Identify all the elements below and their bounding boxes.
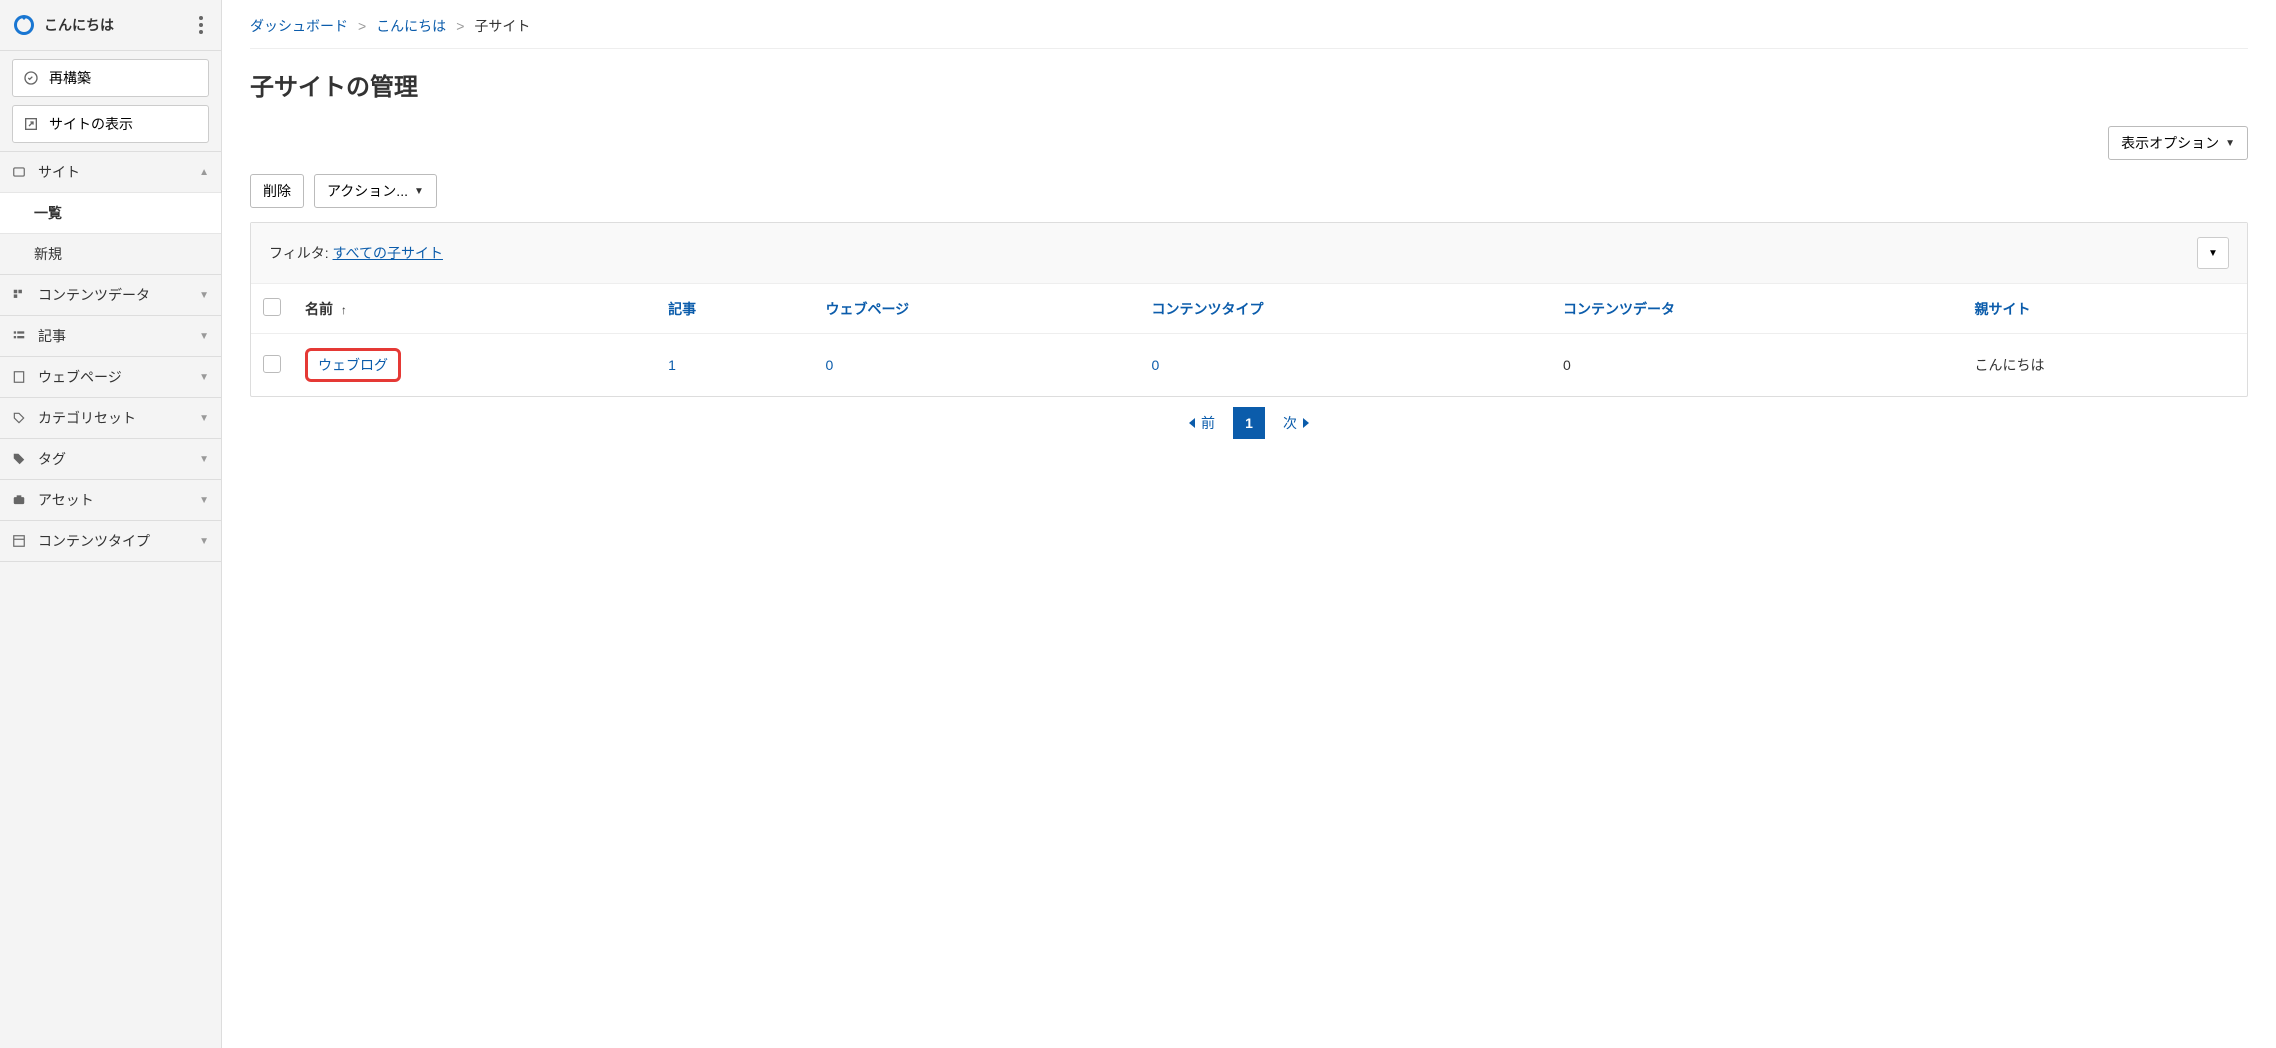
nav-item-assets[interactable]: アセット ▼ (0, 480, 221, 520)
nav-content-data-label: コンテンツデータ (38, 285, 150, 305)
highlighted-annotation: ウェブログ (305, 348, 401, 382)
breadcrumb-sep: > (456, 18, 464, 34)
view-site-label: サイトの表示 (49, 114, 133, 134)
nav-item-pages[interactable]: ウェブページ ▼ (0, 357, 221, 397)
content-types-icon (12, 534, 28, 548)
table-row: ウェブログ 1 0 0 0 こんにちは (251, 334, 2247, 397)
nav-item-site-list[interactable]: 一覧 (0, 192, 221, 233)
breadcrumb-sep: > (358, 18, 366, 34)
rebuild-label: 再構築 (49, 68, 91, 88)
nav-item-entries[interactable]: 記事 ▼ (0, 316, 221, 356)
content-data-count: 0 (1551, 334, 1963, 397)
breadcrumb-dashboard[interactable]: ダッシュボード (250, 16, 348, 36)
pagination-prev[interactable]: 前 (1189, 413, 1215, 433)
nav-item-site-new[interactable]: 新規 (0, 233, 221, 274)
delete-button[interactable]: 削除 (250, 174, 304, 208)
column-header-name[interactable]: 名前 ↑ (293, 284, 656, 334)
sidebar-header: こんにちは (0, 0, 221, 51)
filter-bar: フィルタ: すべての子サイト ▼ (251, 223, 2247, 284)
pagination-next[interactable]: 次 (1283, 413, 1309, 433)
nav-group-site: サイト ▲ 一覧 新規 (0, 152, 221, 275)
nav-item-site[interactable]: サイト ▲ (0, 152, 221, 192)
column-header-parent[interactable]: 親サイト (1963, 284, 2247, 334)
nav-category-sets-label: カテゴリセット (38, 408, 136, 428)
pages-icon (12, 370, 28, 384)
delete-label: 削除 (263, 181, 291, 201)
nav-item-category-sets[interactable]: カテゴリセット ▼ (0, 398, 221, 438)
breadcrumb-current: 子サイト (474, 16, 530, 36)
chevron-down-icon: ▼ (199, 372, 209, 383)
pages-count-link[interactable]: 0 (825, 357, 833, 373)
chevron-down-icon: ▼ (2225, 138, 2235, 149)
column-header-content-types[interactable]: コンテンツタイプ (1139, 284, 1551, 334)
pagination-prev-label: 前 (1201, 413, 1215, 433)
external-link-icon (23, 116, 39, 132)
column-header-content-data[interactable]: コンテンツデータ (1551, 284, 1963, 334)
display-options-label: 表示オプション (2121, 133, 2219, 153)
chevron-up-icon: ▲ (199, 167, 209, 178)
breadcrumb-site[interactable]: こんにちは (376, 16, 446, 36)
sidebar-actions: 再構築 サイトの表示 (0, 51, 221, 152)
chevron-down-icon: ▼ (414, 186, 424, 197)
actions-label: アクション... (327, 181, 408, 201)
filter-current[interactable]: すべての子サイト (333, 243, 443, 263)
column-header-entries[interactable]: 記事 (656, 284, 813, 334)
sort-ascending-icon: ↑ (341, 303, 347, 317)
row-checkbox[interactable] (263, 355, 281, 373)
display-options-button[interactable]: 表示オプション ▼ (2108, 126, 2248, 160)
chevron-down-icon: ▼ (2208, 248, 2218, 259)
tag-icon (12, 452, 28, 466)
parent-site-name: こんにちは (1963, 334, 2247, 397)
chevron-down-icon: ▼ (199, 536, 209, 547)
nav-assets-label: アセット (38, 490, 94, 510)
actions-dropdown[interactable]: アクション... ▼ (314, 174, 437, 208)
view-site-button[interactable]: サイトの表示 (12, 105, 209, 143)
filter-toggle-button[interactable]: ▼ (2197, 237, 2229, 269)
rebuild-icon (23, 70, 39, 86)
logo-icon (12, 13, 36, 37)
chevron-down-icon: ▼ (199, 495, 209, 506)
child-sites-table: 名前 ↑ 記事 ウェブページ コンテンツタイプ コンテンツデータ 親サイト (251, 284, 2247, 396)
site-icon (12, 165, 28, 179)
entries-icon (12, 329, 28, 343)
pagination-current-page[interactable]: 1 (1233, 407, 1265, 439)
chevron-down-icon: ▼ (199, 290, 209, 301)
nav-item-content-types[interactable]: コンテンツタイプ ▼ (0, 521, 221, 561)
rebuild-button[interactable]: 再構築 (12, 59, 209, 97)
content-data-icon (12, 288, 28, 302)
breadcrumb: ダッシュボード > こんにちは > 子サイト (250, 12, 2248, 49)
category-icon (12, 411, 28, 425)
nav-entries-label: 記事 (38, 326, 66, 346)
main-content: ダッシュボード > こんにちは > 子サイト 子サイトの管理 表示オプション ▼… (222, 0, 2276, 1048)
column-header-pages[interactable]: ウェブページ (813, 284, 1139, 334)
filter-label: フィルタ: (269, 243, 329, 263)
nav-content-types-label: コンテンツタイプ (38, 531, 150, 551)
sidebar-nav: サイト ▲ 一覧 新規 コンテンツデータ ▼ (0, 152, 221, 562)
site-name: こんにちは (44, 15, 114, 35)
chevron-down-icon: ▼ (199, 413, 209, 424)
entries-count-link[interactable]: 1 (668, 357, 676, 373)
chevron-down-icon: ▼ (199, 454, 209, 465)
page-title: 子サイトの管理 (250, 67, 2248, 102)
nav-item-content-data[interactable]: コンテンツデータ ▼ (0, 275, 221, 315)
nav-item-tags[interactable]: タグ ▼ (0, 439, 221, 479)
pagination: 前 1 次 (250, 407, 2248, 439)
chevron-down-icon: ▼ (199, 331, 209, 342)
nav-pages-label: ウェブページ (38, 367, 122, 387)
triangle-right-icon (1303, 418, 1309, 428)
select-all-checkbox[interactable] (263, 298, 281, 316)
column-name-label: 名前 (305, 301, 333, 317)
site-switcher[interactable]: こんにちは (12, 13, 114, 37)
content-types-count-link[interactable]: 0 (1151, 357, 1159, 373)
site-name-link[interactable]: ウェブログ (318, 357, 388, 373)
triangle-left-icon (1189, 418, 1195, 428)
nav-site-label: サイト (38, 162, 80, 182)
pagination-next-label: 次 (1283, 413, 1297, 433)
table-container: フィルタ: すべての子サイト ▼ 名前 ↑ (250, 222, 2248, 397)
nav-tags-label: タグ (38, 449, 66, 469)
sidebar: こんにちは 再構築 サイトの表示 (0, 0, 222, 1048)
sidebar-more-button[interactable] (193, 10, 209, 40)
assets-icon (12, 493, 28, 507)
